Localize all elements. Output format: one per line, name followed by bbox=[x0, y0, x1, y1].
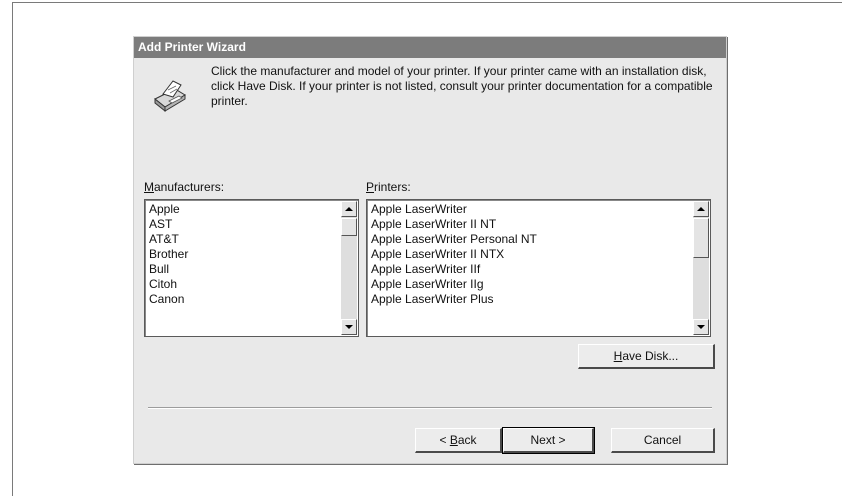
list-item[interactable]: Citoh bbox=[147, 277, 190, 292]
scrollbar-thumb[interactable] bbox=[341, 218, 357, 236]
manufacturers-listbox[interactable]: Apple AST AT&T Brother Bull Citoh Canon bbox=[144, 199, 359, 337]
manufacturers-scrollbar[interactable] bbox=[341, 201, 357, 335]
list-item[interactable]: AT&T bbox=[147, 232, 190, 247]
manufacturers-label: Manufacturers: bbox=[144, 180, 225, 194]
list-item[interactable]: Apple LaserWriter IIf bbox=[369, 262, 539, 277]
back-button[interactable]: < Back bbox=[415, 428, 502, 453]
printers-label: Printers: bbox=[366, 180, 411, 194]
list-item[interactable]: Apple LaserWriter II NTX bbox=[369, 247, 539, 262]
add-printer-wizard-dialog: Add Printer Wizard Click the manufacture… bbox=[133, 36, 727, 464]
list-item[interactable]: Canon bbox=[147, 292, 190, 307]
dialog-title-bar[interactable]: Add Printer Wizard bbox=[134, 37, 726, 58]
list-item[interactable]: Apple LaserWriter Plus bbox=[369, 292, 539, 307]
list-item[interactable]: Apple LaserWriter IIg bbox=[369, 277, 539, 292]
instruction-text: Click the manufacturer and model of your… bbox=[211, 64, 713, 108]
separator bbox=[148, 407, 712, 409]
list-item[interactable]: Apple LaserWriter bbox=[369, 202, 539, 217]
list-item[interactable]: AST bbox=[147, 217, 190, 232]
arrow-up-icon bbox=[697, 207, 705, 211]
list-item[interactable]: Apple bbox=[147, 202, 190, 217]
printers-scrollbar[interactable] bbox=[693, 201, 709, 335]
list-item[interactable]: Brother bbox=[147, 247, 190, 262]
have-disk-button[interactable]: Have Disk... bbox=[578, 344, 715, 369]
cancel-button[interactable]: Cancel bbox=[611, 428, 715, 453]
dialog-title: Add Printer Wizard bbox=[138, 40, 246, 54]
scroll-down-button[interactable] bbox=[693, 319, 709, 335]
next-button[interactable]: Next > bbox=[502, 427, 595, 454]
list-item[interactable]: Apple LaserWriter II NT bbox=[369, 217, 539, 232]
scroll-down-button[interactable] bbox=[341, 319, 357, 335]
arrow-down-icon bbox=[697, 325, 705, 329]
scrollbar-thumb[interactable] bbox=[693, 218, 709, 258]
scroll-up-button[interactable] bbox=[341, 201, 357, 217]
arrow-up-icon bbox=[345, 207, 353, 211]
printers-listbox[interactable]: Apple LaserWriter Apple LaserWriter II N… bbox=[366, 199, 711, 337]
arrow-down-icon bbox=[345, 325, 353, 329]
printer-icon bbox=[154, 80, 186, 113]
scroll-up-button[interactable] bbox=[693, 201, 709, 217]
list-item[interactable]: Bull bbox=[147, 262, 190, 277]
list-item[interactable]: Apple LaserWriter Personal NT bbox=[369, 232, 539, 247]
